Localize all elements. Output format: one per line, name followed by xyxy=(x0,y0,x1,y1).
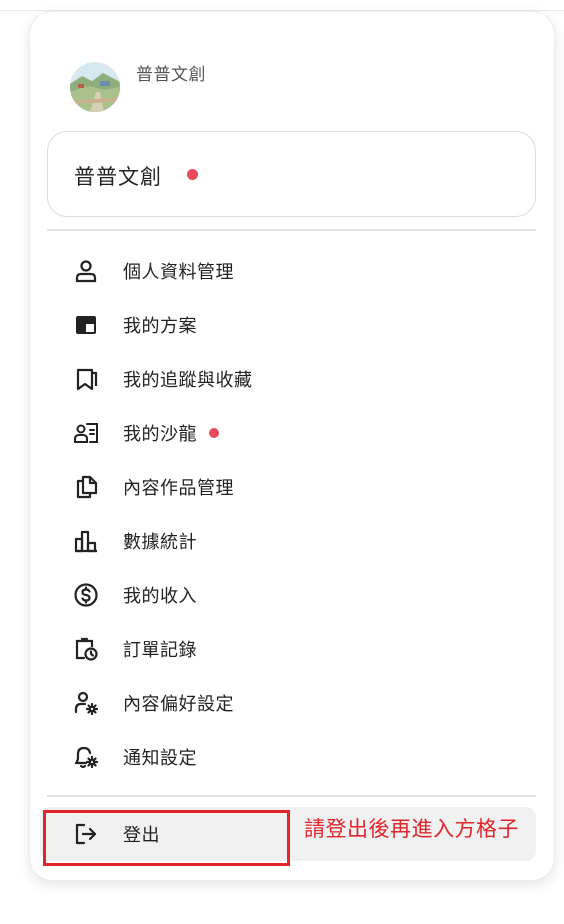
channel-selector[interactable]: 普普文創 xyxy=(47,131,536,217)
menu-item-content-management[interactable]: 內容作品管理 xyxy=(47,460,536,514)
menu-item-label: 我的收入 xyxy=(123,586,197,607)
user-gear-icon xyxy=(73,690,99,716)
top-border xyxy=(0,10,564,11)
menu-item-content-preferences[interactable]: 內容偏好設定 xyxy=(47,676,536,730)
annotation-text: 請登出後再進入方格子 xyxy=(304,817,519,841)
menu-item-label: 內容作品管理 xyxy=(123,478,234,499)
account-menu-panel: 普普文創 普普文創 個人資料管理 我的方案 我的追蹤與收藏 我的沙龍 內容作品管… xyxy=(30,12,554,880)
menu-item-label: 我的追蹤與收藏 xyxy=(123,370,253,391)
menu-item-profile-management[interactable]: 個人資料管理 xyxy=(47,244,536,298)
menu-item-my-salon[interactable]: 我的沙龍 xyxy=(47,406,536,460)
menu-item-label: 訂單記錄 xyxy=(123,640,197,661)
channel-name: 普普文創 xyxy=(74,165,162,189)
bar-chart-icon xyxy=(73,528,99,554)
profile-header[interactable]: 普普文創 xyxy=(70,50,430,120)
menu-item-label: 通知設定 xyxy=(123,748,197,769)
menu-item-label: 我的沙龍 xyxy=(123,424,197,445)
landscape-avatar-image xyxy=(70,62,120,112)
bell-gear-icon xyxy=(73,744,99,770)
menu-item-label: 我的方案 xyxy=(123,316,197,337)
logout-label: 登出 xyxy=(123,825,160,846)
divider xyxy=(47,229,536,231)
salon-icon xyxy=(73,420,99,446)
order-clock-icon xyxy=(73,636,99,662)
menu-item-my-income[interactable]: 我的收入 xyxy=(47,568,536,622)
menu-item-order-records[interactable]: 訂單記錄 xyxy=(47,622,536,676)
menu-item-statistics[interactable]: 數據統計 xyxy=(47,514,536,568)
logout-icon xyxy=(73,821,99,847)
plan-card-icon xyxy=(73,312,99,338)
menu-item-label: 數據統計 xyxy=(123,532,197,553)
person-icon xyxy=(73,258,99,284)
documents-icon xyxy=(73,474,99,500)
divider xyxy=(47,795,536,797)
notification-dot xyxy=(209,428,219,438)
dollar-icon xyxy=(73,582,99,608)
menu-item-label: 內容偏好設定 xyxy=(123,694,234,715)
menu-item-notification-settings[interactable]: 通知設定 xyxy=(47,730,536,784)
bookmark-icon xyxy=(73,366,99,392)
notification-dot xyxy=(187,169,198,180)
menu-item-label: 個人資料管理 xyxy=(123,262,234,283)
menu-list: 個人資料管理 我的方案 我的追蹤與收藏 我的沙龍 內容作品管理 數據統計 我的收… xyxy=(47,244,536,784)
profile-name: 普普文創 xyxy=(136,65,206,85)
menu-item-my-plan[interactable]: 我的方案 xyxy=(47,298,536,352)
avatar[interactable] xyxy=(70,62,120,112)
menu-item-follows-favorites[interactable]: 我的追蹤與收藏 xyxy=(47,352,536,406)
